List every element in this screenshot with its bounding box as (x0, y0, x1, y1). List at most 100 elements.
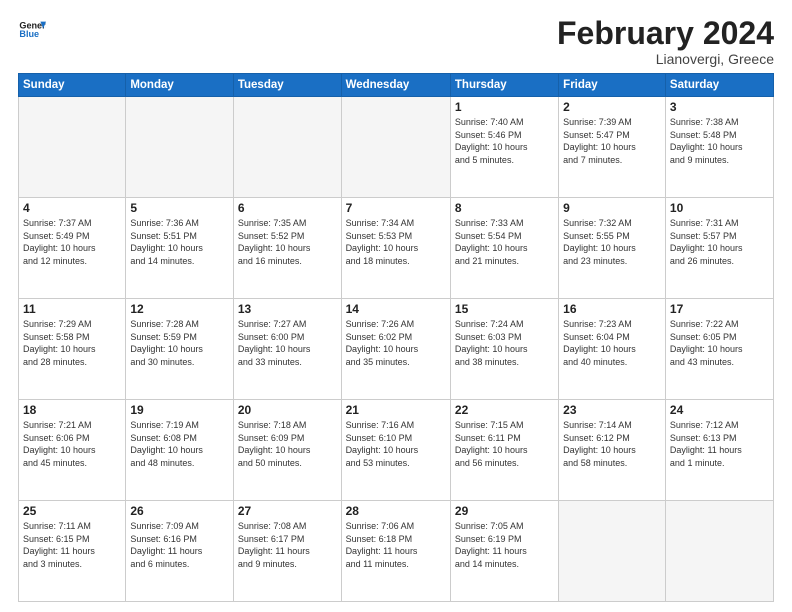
day-number: 4 (23, 201, 121, 215)
day-cell: 19 Sunrise: 7:19 AM Sunset: 6:08 PM Dayli… (126, 400, 234, 501)
day-info: Sunrise: 7:22 AM Sunset: 6:05 PM Dayligh… (670, 318, 769, 368)
day-cell: 8 Sunrise: 7:33 AM Sunset: 5:54 PM Daylig… (450, 198, 558, 299)
day-cell: 6Sunrise: 7:35 AM Sunset: 5:52 PM Daylig… (233, 198, 341, 299)
day-cell: 22 Sunrise: 7:15 AM Sunset: 6:11 PM Dayli… (450, 400, 558, 501)
day-cell: 28 Sunrise: 7:06 AM Sunset: 6:18 PM Dayli… (341, 501, 450, 602)
top-section: General Blue February 2024 Lianovergi, G… (18, 16, 774, 67)
day-number: 26 (130, 504, 229, 518)
day-number: 9 (563, 201, 661, 215)
day-info: Sunrise: 7:15 AM Sunset: 6:11 PM Dayligh… (455, 419, 554, 469)
day-cell (233, 97, 341, 198)
main-title: February 2024 (557, 16, 774, 51)
day-number: 3 (670, 100, 769, 114)
day-info: Sunrise: 7:21 AM Sunset: 6:06 PM Dayligh… (23, 419, 121, 469)
day-cell: 11 Sunrise: 7:29 AM Sunset: 5:58 PM Dayli… (19, 299, 126, 400)
day-info: Sunrise: 7:06 AM Sunset: 6:18 PM Dayligh… (346, 520, 446, 570)
day-cell: 27 Sunrise: 7:08 AM Sunset: 6:17 PM Dayli… (233, 501, 341, 602)
day-cell: 1 Sunrise: 7:40 AM Sunset: 5:46 PM Daylig… (450, 97, 558, 198)
day-number: 21 (346, 403, 446, 417)
day-info: Sunrise: 7:27 AM Sunset: 6:00 PM Dayligh… (238, 318, 337, 368)
day-cell: 18 Sunrise: 7:21 AM Sunset: 6:06 PM Dayli… (19, 400, 126, 501)
day-number: 27 (238, 504, 337, 518)
calendar-table: SundayMondayTuesdayWednesdayThursdayFrid… (18, 73, 774, 602)
day-number: 28 (346, 504, 446, 518)
day-info: Sunrise: 7:18 AM Sunset: 6:09 PM Dayligh… (238, 419, 337, 469)
day-info: Sunrise: 7:24 AM Sunset: 6:03 PM Dayligh… (455, 318, 554, 368)
day-info: Sunrise: 7:40 AM Sunset: 5:46 PM Dayligh… (455, 116, 554, 166)
day-number: 5 (130, 201, 229, 215)
day-cell: 13 Sunrise: 7:27 AM Sunset: 6:00 PM Dayli… (233, 299, 341, 400)
day-cell: 17 Sunrise: 7:22 AM Sunset: 6:05 PM Dayli… (665, 299, 773, 400)
day-info: Sunrise: 7:08 AM Sunset: 6:17 PM Dayligh… (238, 520, 337, 570)
day-number: 7 (346, 201, 446, 215)
day-info: Sunrise: 7:19 AM Sunset: 6:08 PM Dayligh… (130, 419, 229, 469)
day-cell: 4Sunrise: 7:37 AM Sunset: 5:49 PM Daylig… (19, 198, 126, 299)
day-cell: 29 Sunrise: 7:05 AM Sunset: 6:19 PM Dayli… (450, 501, 558, 602)
header-day-saturday: Saturday (665, 74, 773, 97)
week-row-3: 11 Sunrise: 7:29 AM Sunset: 5:58 PM Dayli… (19, 299, 774, 400)
day-number: 14 (346, 302, 446, 316)
title-section: February 2024 Lianovergi, Greece (557, 16, 774, 67)
day-cell: 14 Sunrise: 7:26 AM Sunset: 6:02 PM Dayli… (341, 299, 450, 400)
day-info: Sunrise: 7:33 AM Sunset: 5:54 PM Dayligh… (455, 217, 554, 267)
day-cell: 21 Sunrise: 7:16 AM Sunset: 6:10 PM Dayli… (341, 400, 450, 501)
day-info: Sunrise: 7:23 AM Sunset: 6:04 PM Dayligh… (563, 318, 661, 368)
calendar-page: General Blue February 2024 Lianovergi, G… (0, 0, 792, 612)
day-number: 11 (23, 302, 121, 316)
day-cell: 16Sunrise: 7:23 AM Sunset: 6:04 PM Dayli… (559, 299, 666, 400)
day-cell: 2Sunrise: 7:39 AM Sunset: 5:47 PM Daylig… (559, 97, 666, 198)
svg-text:Blue: Blue (19, 29, 39, 39)
day-number: 13 (238, 302, 337, 316)
day-cell: 23 Sunrise: 7:14 AM Sunset: 6:12 PM Dayli… (559, 400, 666, 501)
day-cell: 24Sunrise: 7:12 AM Sunset: 6:13 PM Dayli… (665, 400, 773, 501)
day-info: Sunrise: 7:34 AM Sunset: 5:53 PM Dayligh… (346, 217, 446, 267)
day-number: 23 (563, 403, 661, 417)
day-cell: 9 Sunrise: 7:32 AM Sunset: 5:55 PM Daylig… (559, 198, 666, 299)
day-info: Sunrise: 7:26 AM Sunset: 6:02 PM Dayligh… (346, 318, 446, 368)
day-number: 1 (455, 100, 554, 114)
day-info: Sunrise: 7:35 AM Sunset: 5:52 PM Dayligh… (238, 217, 337, 267)
day-info: Sunrise: 7:14 AM Sunset: 6:12 PM Dayligh… (563, 419, 661, 469)
day-info: Sunrise: 7:38 AM Sunset: 5:48 PM Dayligh… (670, 116, 769, 166)
header-day-monday: Monday (126, 74, 234, 97)
day-info: Sunrise: 7:16 AM Sunset: 6:10 PM Dayligh… (346, 419, 446, 469)
header-day-tuesday: Tuesday (233, 74, 341, 97)
day-number: 15 (455, 302, 554, 316)
day-number: 25 (23, 504, 121, 518)
day-cell: 25 Sunrise: 7:11 AM Sunset: 6:15 PM Dayli… (19, 501, 126, 602)
logo: General Blue (18, 16, 46, 44)
day-number: 22 (455, 403, 554, 417)
day-info: Sunrise: 7:36 AM Sunset: 5:51 PM Dayligh… (130, 217, 229, 267)
day-info: Sunrise: 7:12 AM Sunset: 6:13 PM Dayligh… (670, 419, 769, 469)
day-cell: 26 Sunrise: 7:09 AM Sunset: 6:16 PM Dayli… (126, 501, 234, 602)
day-number: 17 (670, 302, 769, 316)
week-row-2: 4Sunrise: 7:37 AM Sunset: 5:49 PM Daylig… (19, 198, 774, 299)
subtitle: Lianovergi, Greece (557, 51, 774, 67)
week-row-5: 25 Sunrise: 7:11 AM Sunset: 6:15 PM Dayli… (19, 501, 774, 602)
day-cell: 5 Sunrise: 7:36 AM Sunset: 5:51 PM Daylig… (126, 198, 234, 299)
header-day-friday: Friday (559, 74, 666, 97)
header-day-wednesday: Wednesday (341, 74, 450, 97)
day-info: Sunrise: 7:31 AM Sunset: 5:57 PM Dayligh… (670, 217, 769, 267)
day-cell: 20Sunrise: 7:18 AM Sunset: 6:09 PM Dayli… (233, 400, 341, 501)
day-number: 19 (130, 403, 229, 417)
day-info: Sunrise: 7:11 AM Sunset: 6:15 PM Dayligh… (23, 520, 121, 570)
day-info: Sunrise: 7:28 AM Sunset: 5:59 PM Dayligh… (130, 318, 229, 368)
day-cell: 10Sunrise: 7:31 AM Sunset: 5:57 PM Dayli… (665, 198, 773, 299)
week-row-1: 1 Sunrise: 7:40 AM Sunset: 5:46 PM Daylig… (19, 97, 774, 198)
day-info: Sunrise: 7:29 AM Sunset: 5:58 PM Dayligh… (23, 318, 121, 368)
day-info: Sunrise: 7:32 AM Sunset: 5:55 PM Dayligh… (563, 217, 661, 267)
day-cell: 7 Sunrise: 7:34 AM Sunset: 5:53 PM Daylig… (341, 198, 450, 299)
day-number: 18 (23, 403, 121, 417)
day-info: Sunrise: 7:05 AM Sunset: 6:19 PM Dayligh… (455, 520, 554, 570)
day-cell (126, 97, 234, 198)
day-info: Sunrise: 7:09 AM Sunset: 6:16 PM Dayligh… (130, 520, 229, 570)
header-day-thursday: Thursday (450, 74, 558, 97)
day-number: 8 (455, 201, 554, 215)
day-cell (341, 97, 450, 198)
day-cell (19, 97, 126, 198)
day-number: 29 (455, 504, 554, 518)
day-cell: 3 Sunrise: 7:38 AM Sunset: 5:48 PM Daylig… (665, 97, 773, 198)
header-day-sunday: Sunday (19, 74, 126, 97)
day-cell (559, 501, 666, 602)
